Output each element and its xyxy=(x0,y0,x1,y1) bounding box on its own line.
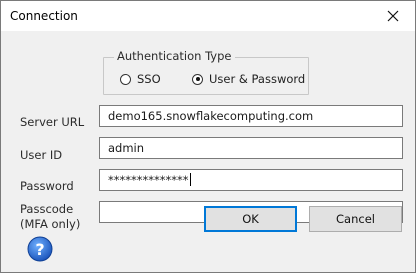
cancel-button[interactable]: Cancel xyxy=(309,206,402,232)
server-url-input[interactable]: demo165.snowflakecomputing.com xyxy=(99,105,403,127)
server-url-label: Server URL xyxy=(20,115,85,129)
sso-radio[interactable]: SSO xyxy=(120,72,161,86)
help-icon: ? xyxy=(27,236,53,262)
dialog-content: Authentication Type SSO User & Password … xyxy=(1,31,415,271)
svg-text:?: ? xyxy=(35,240,44,259)
ok-button[interactable]: OK xyxy=(204,206,297,232)
help-button[interactable]: ? xyxy=(27,236,53,262)
window-title: Connection xyxy=(10,9,78,23)
user-password-radio-circle[interactable] xyxy=(192,73,203,85)
password-value: ************** xyxy=(108,173,189,187)
close-button[interactable] xyxy=(371,1,415,31)
connection-dialog: Connection Authentication Type SSO User … xyxy=(0,0,416,273)
title-bar: Connection xyxy=(1,1,415,31)
close-icon xyxy=(387,10,399,22)
sso-radio-circle[interactable] xyxy=(120,73,131,85)
user-id-label: User ID xyxy=(20,148,63,162)
password-input[interactable]: ************** xyxy=(99,169,403,191)
user-password-radio-label: User & Password xyxy=(209,72,306,86)
text-cursor xyxy=(189,173,191,186)
passcode-sublabel: (MFA only) xyxy=(20,217,81,231)
sso-radio-label: SSO xyxy=(137,72,161,86)
user-id-value: admin xyxy=(108,141,145,155)
password-label: Password xyxy=(20,179,74,193)
authentication-type-legend: Authentication Type xyxy=(114,49,235,63)
user-id-input[interactable]: admin xyxy=(99,137,403,159)
passcode-label: Passcode xyxy=(20,202,74,216)
user-password-radio[interactable]: User & Password xyxy=(192,72,305,86)
authentication-type-group: Authentication Type SSO User & Password xyxy=(103,49,309,95)
server-url-value: demo165.snowflakecomputing.com xyxy=(108,109,314,123)
